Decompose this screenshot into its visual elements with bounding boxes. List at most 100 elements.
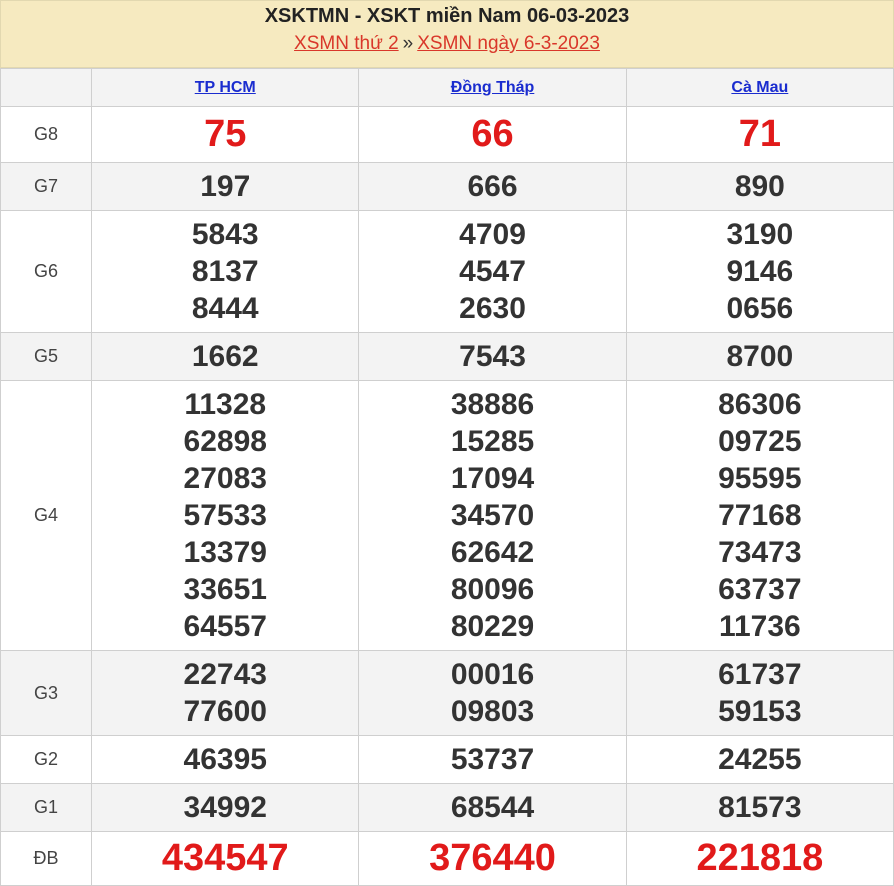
prize-number: 34992 [183,791,267,824]
province-header: Đồng Tháp [358,68,627,107]
prize-label: G6 [0,210,93,333]
prize-number: 75 [204,113,247,155]
prize-cell: 86306 09725 95595 77168 73473 63737 1173… [625,380,894,651]
prize-cell: 22743 77600 [91,650,360,736]
results-table: TP HCM Đồng Tháp Cà Mau G8 75 66 71 G7 1… [0,68,894,886]
prize-number: 8700 [726,340,794,373]
prize-number: 11328 [184,388,267,421]
prize-number: 62898 [183,425,267,458]
prize-number: 3190 [726,218,794,251]
results-header: XSKTMN - XSKT miền Nam 06-03-2023 XSMN t… [0,0,894,68]
prize-cell: 53737 [358,735,627,784]
prize-number: 38886 [450,388,535,421]
prize-number: 86306 [718,388,802,421]
prize-number: 77600 [183,695,267,728]
prize-cell: 71 [625,106,894,163]
prize-cell: 8700 [625,332,894,381]
province-header: Cà Mau [625,68,894,107]
prize-cell: 5843 8137 8444 [91,210,360,333]
prize-label: G3 [0,650,93,736]
prize-row-g2: G2 46395 53737 24255 [0,735,894,784]
prize-number: 95595 [718,462,802,495]
prize-number: 64557 [183,610,267,643]
province-header-row: TP HCM Đồng Tháp Cà Mau [0,68,894,107]
prize-number: 27083 [183,462,267,495]
prize-label: G5 [0,332,93,381]
prize-number: 77168 [718,499,802,532]
prize-number: 80229 [450,610,535,643]
prize-number: 666 [467,170,518,203]
prize-cell: 11328 62898 27083 57533 13379 33651 6455… [91,380,360,651]
prize-number: 53737 [450,743,535,776]
prize-row-g5: G5 1662 7543 8700 [0,332,894,381]
prize-number: 197 [200,170,251,203]
prize-number: 61737 [718,658,802,691]
prize-row-g8: G8 75 66 71 [0,106,894,163]
prize-number: 1662 [191,340,259,373]
prize-number: 33651 [183,573,267,606]
prize-number: 09803 [450,695,535,728]
prize-cell: 66 [358,106,627,163]
prize-cell: 434547 [91,831,360,886]
province-link-dong-thap[interactable]: Đồng Tháp [451,79,535,96]
prize-row-g1: G1 34992 68544 81573 [0,783,894,832]
province-link-ca-mau[interactable]: Cà Mau [731,79,788,96]
prize-label: G4 [0,380,93,651]
prize-number: 15285 [450,425,535,458]
prize-label: ĐB [0,831,93,886]
prize-number: 434547 [161,837,289,879]
prize-row-special: ĐB 434547 376440 221818 [0,831,894,886]
prize-number: 34570 [450,499,535,532]
prize-number: 0656 [726,292,794,325]
prize-label: G8 [0,106,93,163]
prize-cell: 1662 [91,332,360,381]
prize-cell: 46395 [91,735,360,784]
prize-cell: 197 [91,162,360,211]
prize-cell: 61737 59153 [625,650,894,736]
prize-number: 890 [734,170,785,203]
prize-label: G7 [0,162,93,211]
prize-number: 57533 [183,499,267,532]
prize-number: 46395 [183,743,267,776]
prize-number: 4709 [459,218,526,251]
prize-number: 63737 [718,573,802,606]
prize-number: 2630 [459,292,526,325]
prize-number: 9146 [726,255,794,288]
province-link-tp-hcm[interactable]: TP HCM [195,79,256,96]
prize-number: 80096 [450,573,535,606]
prize-cell: 890 [625,162,894,211]
prize-number: 8137 [191,255,259,288]
prize-number: 8444 [191,292,259,325]
prize-number: 221818 [696,837,824,879]
prize-cell: 4709 4547 2630 [358,210,627,333]
prize-cell: 376440 [358,831,627,886]
prize-number: 81573 [718,791,802,824]
prize-number: 00016 [450,658,535,691]
prize-number: 68544 [450,791,535,824]
breadcrumb: XSMN thứ 2» XSMN ngày 6-3-2023 [1,31,893,57]
prize-row-g7: G7 197 666 890 [0,162,894,211]
prize-number: 66 [471,113,514,155]
prize-number: 4547 [459,255,526,288]
prize-cell: 7543 [358,332,627,381]
prize-cell: 68544 [358,783,627,832]
prize-cell: 3190 9146 0656 [625,210,894,333]
prize-label: G1 [0,783,93,832]
prize-number: 13379 [183,536,267,569]
prize-row-g4: G4 11328 62898 27083 57533 13379 33651 6… [0,380,894,651]
prize-number: 59153 [718,695,802,728]
prize-number: 24255 [718,743,802,776]
prize-number: 62642 [450,536,535,569]
prize-cell: 38886 15285 17094 34570 62642 80096 8022… [358,380,627,651]
prize-number: 17094 [450,462,535,495]
breadcrumb-link-weekday[interactable]: XSMN thứ 2 [294,33,399,54]
corner-cell [0,68,93,107]
breadcrumb-separator: » [402,33,414,54]
prize-row-g3: G3 22743 77600 00016 09803 61737 59153 [0,650,894,736]
prize-row-g6: G6 5843 8137 8444 4709 4547 2630 3190 91… [0,210,894,333]
prize-number: 71 [738,113,781,155]
prize-number: 5843 [191,218,259,251]
prize-cell: 34992 [91,783,360,832]
prize-number: 11736 [718,610,801,643]
breadcrumb-link-date[interactable]: XSMN ngày 6-3-2023 [417,33,600,54]
